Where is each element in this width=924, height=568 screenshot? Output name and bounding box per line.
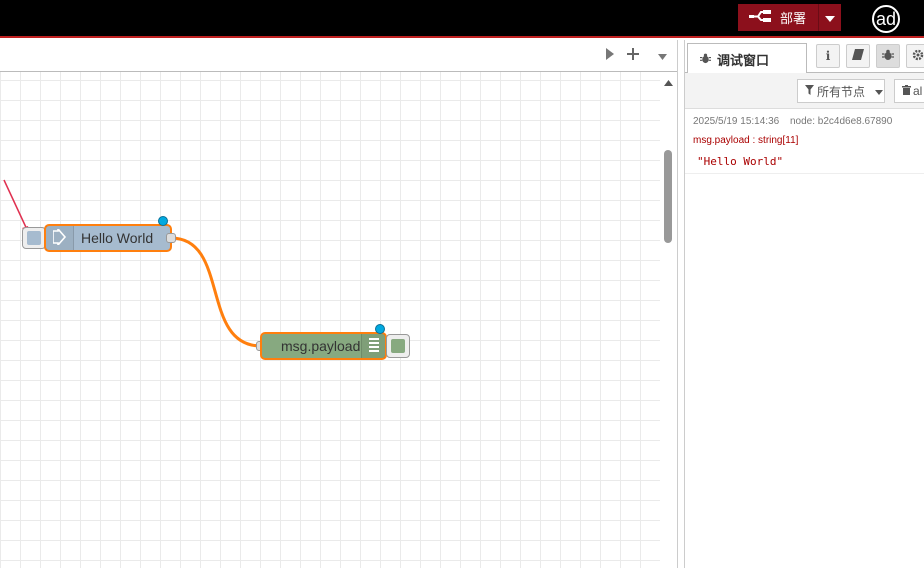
debug-filter-label: 所有节点 [817,84,866,99]
changed-indicator [158,216,168,226]
debug-message-meta: 2025/5/19 15:14:36 node: b2c4d6e8.67890 [693,116,916,130]
chevron-down-icon [875,84,884,98]
info-icon: i [825,49,831,63]
debug-message-topic: msg.payload : string[11] [693,135,799,146]
app-root: 部署 ad Hello World msg.payload 调试窗口 i 所有节… [0,0,924,568]
inject-node[interactable]: Hello World [44,224,172,252]
debug-message-value[interactable]: "Hello World" [697,155,916,168]
book-icon [852,49,864,63]
sidebar-info-button[interactable]: i [816,44,840,68]
deploy-menu-button[interactable] [818,4,841,31]
trash-icon [902,84,911,98]
bug-icon [882,49,894,64]
flow-list-button[interactable] [650,40,674,71]
deploy-icon [749,10,771,25]
sidebar-tab-bar: 调试窗口 i [685,40,924,74]
filter-icon [805,84,814,98]
debug-message-node[interactable]: node: b2c4d6e8.67890 [790,116,892,127]
bug-icon [700,52,711,67]
debug-message-timestamp: 2025/5/19 15:14:36 [693,116,780,127]
debug-message[interactable]: 2025/5/19 15:14:36 node: b2c4d6e8.67890 … [685,112,924,174]
inject-button[interactable] [22,227,46,249]
sidebar-debug-button[interactable] [876,44,900,68]
debug-node[interactable]: msg.payload [260,332,387,360]
tab-scroll-right-button[interactable] [600,40,620,71]
tab-debug[interactable]: 调试窗口 [687,43,807,74]
workspace-tab-bar [0,40,677,72]
debug-clear-label: al [913,84,923,98]
gear-icon [912,49,924,64]
sidebar-config-button[interactable] [906,44,924,68]
header: 部署 ad [0,0,924,38]
sidebar-separator[interactable] [677,40,685,568]
node-label: Hello World [81,230,154,246]
debug-toggle-button[interactable] [386,334,410,358]
plus-icon [627,47,639,65]
tab-debug-label: 调试窗口 [717,52,770,68]
debug-clear-button[interactable]: al [894,79,924,103]
scroll-up-icon[interactable] [664,80,673,86]
deploy-button[interactable]: 部署 [738,4,818,31]
flow-canvas[interactable] [0,72,660,568]
arrow-right-icon [51,226,67,248]
scrollbar-thumb[interactable] [664,150,672,243]
output-port[interactable] [166,233,176,243]
user-avatar[interactable]: ad [872,5,900,33]
node-label: msg.payload [281,338,361,354]
node-icon-area [46,226,74,250]
list-icon [368,337,379,356]
changed-indicator [375,324,385,334]
debug-filter-button[interactable]: 所有节点 [797,79,885,103]
deploy-button-group: 部署 [738,4,841,31]
chevron-down-icon [825,9,835,27]
add-flow-button[interactable] [621,40,645,71]
deploy-label: 部署 [780,11,807,26]
sidebar: 调试窗口 i 所有节点 al 2025/5/19 15:14:36 node: … [685,40,924,568]
canvas-vertical-scrollbar[interactable] [660,72,677,568]
chevron-down-icon [657,47,667,65]
debug-toolbar: 所有节点 al [685,73,924,109]
node-icon-area [361,334,385,358]
sidebar-help-button[interactable] [846,44,870,68]
play-icon [606,47,614,65]
